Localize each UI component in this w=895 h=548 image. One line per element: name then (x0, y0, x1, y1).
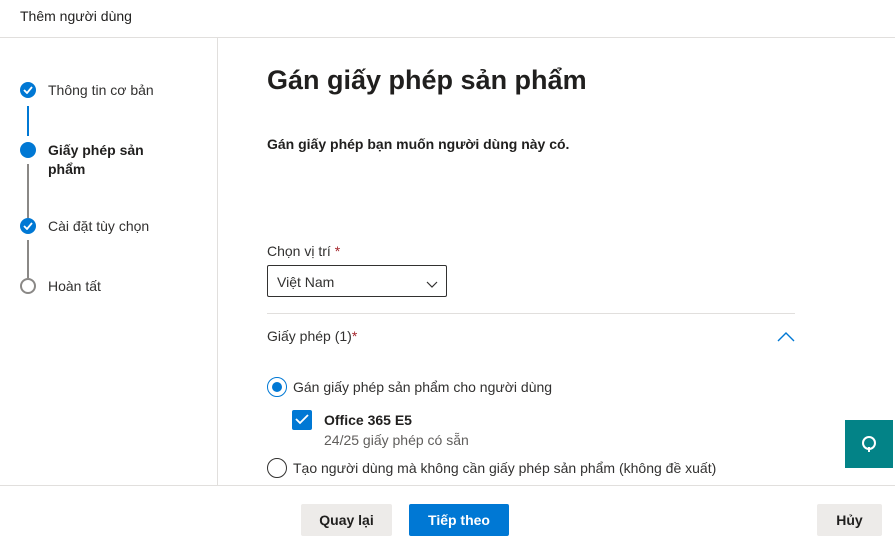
page-title: Gán giấy phép sản phẩm (267, 65, 587, 95)
office-365-e5-checkbox[interactable] (292, 410, 312, 430)
no-license-radio[interactable] (267, 458, 287, 478)
page-description: Gán giấy phép bạn muốn người dùng này có… (267, 136, 570, 152)
help-button[interactable] (845, 420, 893, 468)
step-4-empty-icon (20, 278, 36, 294)
location-select[interactable]: Việt Nam (267, 265, 447, 297)
chevron-up-icon[interactable] (777, 329, 797, 343)
required-mark: * (351, 328, 358, 344)
step-3-label: Cài đặt tùy chọn (48, 218, 150, 234)
cancel-button[interactable]: Hủy (817, 504, 882, 536)
panel-title: Thêm người dùng (20, 8, 132, 24)
product-availability: 24/25 giấy phép có sẵn (324, 432, 469, 448)
step-2-current-icon (20, 142, 36, 158)
required-mark: * (334, 243, 341, 259)
wizard-steps: Thông tin cơ bản Giấy phép sản phẩm Cài … (0, 38, 218, 485)
section-divider (267, 313, 795, 314)
chevron-down-icon (426, 276, 438, 294)
step-connector (27, 240, 29, 278)
step-1-check-icon (20, 82, 36, 98)
step-4-label: Hoàn tất (48, 278, 101, 294)
step-3-check-icon (20, 218, 36, 234)
location-label-text: Chọn vị trí (267, 243, 331, 259)
assign-license-radio-label: Gán giấy phép sản phẩm cho người dùng (293, 379, 553, 395)
panel-header: Thêm người dùng (0, 0, 895, 38)
step-connector (27, 164, 29, 218)
help-icon (862, 436, 876, 452)
licenses-label: Giấy phép (1)* (267, 328, 357, 344)
licenses-label-text: Giấy phép (1) (267, 328, 352, 344)
footer: Quay lại Tiếp theo Hủy (0, 485, 895, 548)
main-content: Gán giấy phép sản phẩm Gán giấy phép bạn… (219, 38, 895, 485)
no-license-radio-label: Tạo người dùng mà không cần giấy phép sả… (293, 460, 717, 476)
step-2-label: Giấy phép sản phẩm (48, 142, 144, 177)
next-button[interactable]: Tiếp theo (409, 504, 509, 536)
assign-license-radio[interactable] (267, 377, 287, 397)
back-button[interactable]: Quay lại (301, 504, 392, 536)
step-connector (27, 106, 29, 136)
step-1-label: Thông tin cơ bản (48, 82, 154, 98)
location-label: Chọn vị trí * (267, 243, 340, 259)
location-select-value: Việt Nam (277, 274, 335, 290)
product-name: Office 365 E5 (324, 412, 412, 428)
